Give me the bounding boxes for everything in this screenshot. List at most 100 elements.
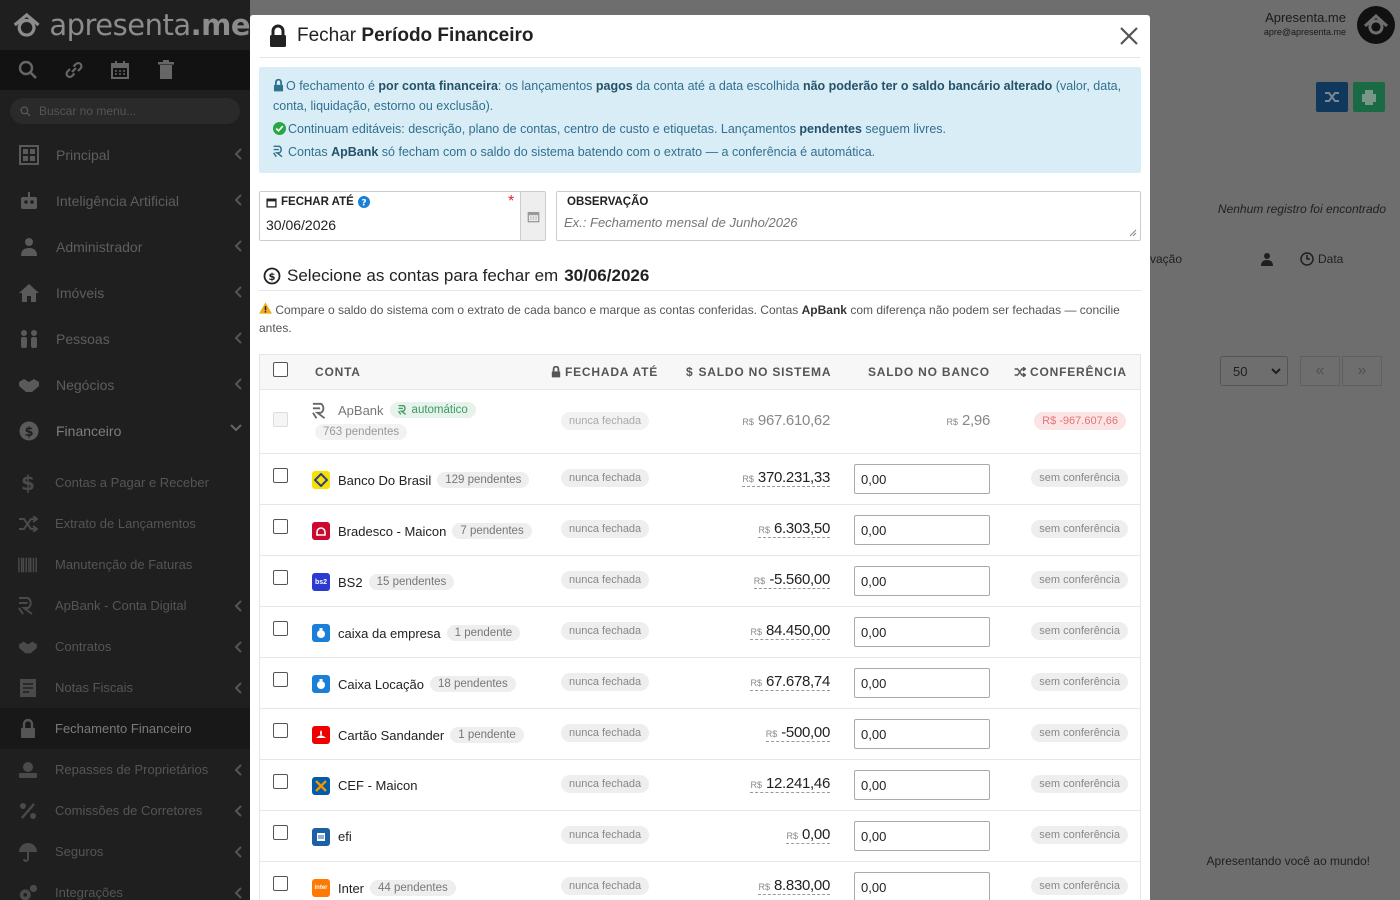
menu-search-input[interactable]: Buscar no menu... bbox=[10, 98, 240, 124]
system-balance[interactable]: R$ 0,00 bbox=[786, 826, 830, 844]
help-icon[interactable]: ? bbox=[357, 196, 370, 208]
system-balance[interactable]: R$ 370.231,33 bbox=[742, 469, 830, 487]
system-balance[interactable]: R$ -500,00 bbox=[765, 724, 830, 742]
per-page-select[interactable]: 50 bbox=[1220, 356, 1288, 386]
row-checkbox[interactable] bbox=[273, 774, 288, 789]
system-balance-value: 8.830,00 bbox=[774, 877, 830, 894]
table-row[interactable]: Banco Do Brasil 129 pendentes nunca fechad… bbox=[260, 454, 1140, 505]
bank-balance-input[interactable] bbox=[854, 464, 990, 494]
apbank-icon bbox=[273, 145, 283, 158]
print-button[interactable] bbox=[1353, 82, 1385, 112]
shuffle-button[interactable] bbox=[1316, 82, 1348, 112]
sidebar-subitem-label: Fechamento Financeiro bbox=[55, 721, 192, 736]
modal-title: Fechar Período Financeiro bbox=[297, 25, 534, 47]
first-page-button[interactable]: « bbox=[1300, 356, 1340, 386]
bank-balance-input[interactable] bbox=[854, 566, 990, 596]
sidebar-subitem-fechamento[interactable]: Fechamento Financeiro bbox=[0, 708, 250, 749]
table-row[interactable]: Bradesco - Maicon 7 pendentes nunca fechad… bbox=[260, 505, 1140, 556]
close-icon[interactable] bbox=[1118, 25, 1140, 47]
row-checkbox[interactable] bbox=[273, 825, 288, 840]
sidebar-submenu: $ Contas a Pagar e Receber Extrato de Lan… bbox=[0, 462, 250, 900]
sidebar-item-label: Financeiro bbox=[56, 423, 122, 439]
sidebar-subitem-seguros[interactable]: Seguros bbox=[0, 831, 250, 872]
table-row[interactable]: efi nunca fechada R$ 0,00 sem conferência bbox=[260, 811, 1140, 862]
sidebar-subitem-repasses[interactable]: Repasses de Proprietários bbox=[0, 749, 250, 790]
sidebar-item-administrador[interactable]: Administrador bbox=[0, 224, 250, 270]
lock-icon bbox=[551, 366, 561, 378]
system-balance[interactable]: R$ 84.450,00 bbox=[750, 622, 830, 640]
system-balance[interactable]: R$ 8.830,00 bbox=[758, 877, 830, 895]
prev-page-button[interactable]: » bbox=[1342, 356, 1382, 386]
sidebar-subitem-integracoes[interactable]: Integrações bbox=[0, 872, 250, 900]
info-text: da conta até a data escolhida bbox=[632, 79, 803, 93]
bank-balance-input[interactable] bbox=[854, 719, 990, 749]
bank-balance-input[interactable] bbox=[854, 872, 990, 900]
table-row[interactable]: CEF - Maicon nunca fechada R$12.241,46 sem … bbox=[260, 760, 1140, 811]
table-row[interactable]: Cartão Sandander 1 pendente nunca fechada R… bbox=[260, 709, 1140, 760]
sidebar-item-financeiro[interactable]: $ Financeiro bbox=[0, 408, 250, 454]
bank-balance-input[interactable] bbox=[854, 668, 990, 698]
user-info[interactable]: Apresenta.me apre@apresenta.me bbox=[1264, 10, 1346, 37]
info-text: seguem livres. bbox=[861, 122, 946, 136]
row-checkbox[interactable] bbox=[273, 876, 288, 891]
system-balance[interactable]: R$ -5.560,00 bbox=[753, 571, 830, 589]
row-checkbox[interactable] bbox=[273, 468, 288, 483]
resize-handle-icon[interactable] bbox=[1129, 229, 1137, 237]
sidebar-subitem-notas[interactable]: Notas Fiscais bbox=[0, 667, 250, 708]
row-checkbox[interactable] bbox=[273, 621, 288, 636]
link-icon[interactable] bbox=[64, 60, 84, 80]
avatar[interactable] bbox=[1357, 6, 1395, 44]
system-balance-value: 12.241,46 bbox=[765, 775, 830, 792]
row-checkbox[interactable] bbox=[273, 672, 288, 687]
sidebar-subitem-apbank[interactable]: ApBank - Conta Digital bbox=[0, 585, 250, 626]
sidebar-subitem-comissoes[interactable]: Comissões de Corretores bbox=[0, 790, 250, 831]
sidebar-item-ia[interactable]: Inteligência Artificial bbox=[0, 178, 250, 224]
select-all-checkbox[interactable] bbox=[273, 362, 288, 377]
table-row[interactable]: inter Inter 44 pendentes nunca fechada R$ 8.8… bbox=[260, 862, 1140, 900]
search-icon[interactable] bbox=[18, 60, 38, 80]
date-picker-button[interactable] bbox=[520, 192, 545, 240]
bank-balance-input[interactable] bbox=[854, 821, 990, 851]
sidebar-item-negocios[interactable]: Negócios bbox=[0, 362, 250, 408]
sidebar-subitem-contas[interactable]: $ Contas a Pagar e Receber bbox=[0, 462, 250, 503]
sidebar-subitem-extrato[interactable]: Extrato de Lançamentos bbox=[0, 503, 250, 544]
system-balance[interactable]: R$ 6.303,50 bbox=[758, 520, 830, 538]
account-name-cell: Banco Do Brasil 129 pendentes bbox=[338, 472, 530, 488]
row-checkbox[interactable] bbox=[273, 519, 288, 534]
calendar-icon[interactable] bbox=[110, 60, 130, 80]
system-balance-value: 967.610,62 bbox=[757, 412, 830, 429]
system-balance[interactable]: R$ 12.241,46 bbox=[750, 775, 830, 793]
account-name-cell: BS2 15 pendentes bbox=[338, 574, 455, 590]
bank-balance-input[interactable] bbox=[854, 770, 990, 800]
sidebar-item-principal[interactable]: Principal bbox=[0, 132, 250, 178]
logo-icon bbox=[13, 12, 40, 37]
sidebar-subitem-faturas[interactable]: Manutenção de Faturas bbox=[0, 544, 250, 585]
info-bold: ApBank bbox=[331, 145, 379, 159]
column-header-conferencia: CONFERÊNCIA bbox=[1014, 365, 1127, 379]
system-balance-value: 84.450,00 bbox=[765, 622, 830, 639]
table-row[interactable]: bs2 BS2 15 pendentes nunca fechada R$ -5.560,… bbox=[260, 556, 1140, 607]
account-rows: Banco Do Brasil 129 pendentes nunca fechad… bbox=[260, 454, 1140, 900]
system-balance[interactable]: R$ 67.678,74 bbox=[750, 673, 830, 691]
pending-badge: 1 pendente bbox=[450, 727, 524, 743]
sidebar-subitem-contratos[interactable]: Contratos bbox=[0, 626, 250, 667]
sidebar-item-imoveis[interactable]: Imóveis bbox=[0, 270, 250, 316]
trash-icon[interactable] bbox=[156, 60, 176, 80]
pending-badge: 763 pendentes bbox=[315, 424, 408, 440]
close-date-field[interactable]: FECHAR ATÉ ? * 30/06/2026 bbox=[259, 191, 546, 241]
svg-text:$: $ bbox=[269, 272, 276, 283]
row-checkbox[interactable] bbox=[273, 723, 288, 738]
sidebar-item-pessoas[interactable]: Pessoas bbox=[0, 316, 250, 362]
observation-input[interactable] bbox=[564, 215, 1124, 230]
info-text: só fecham com o saldo do sistema batendo… bbox=[378, 145, 876, 159]
table-row[interactable]: Caixa Locação 18 pendentes nunca fechada R$… bbox=[260, 658, 1140, 709]
account-name: efi bbox=[338, 829, 352, 844]
currency-label: R$ bbox=[742, 417, 754, 427]
bank-balance-input[interactable] bbox=[854, 617, 990, 647]
table-row[interactable]: caixa da empresa 1 pendente nunca fechada R… bbox=[260, 607, 1140, 658]
row-checkbox[interactable] bbox=[273, 570, 288, 585]
close-date-value[interactable]: 30/06/2026 bbox=[266, 217, 336, 233]
bank-balance-input[interactable] bbox=[854, 515, 990, 545]
app-logo[interactable]: apresenta .me bbox=[0, 0, 251, 50]
pending-badge: 44 pendentes bbox=[370, 880, 456, 896]
